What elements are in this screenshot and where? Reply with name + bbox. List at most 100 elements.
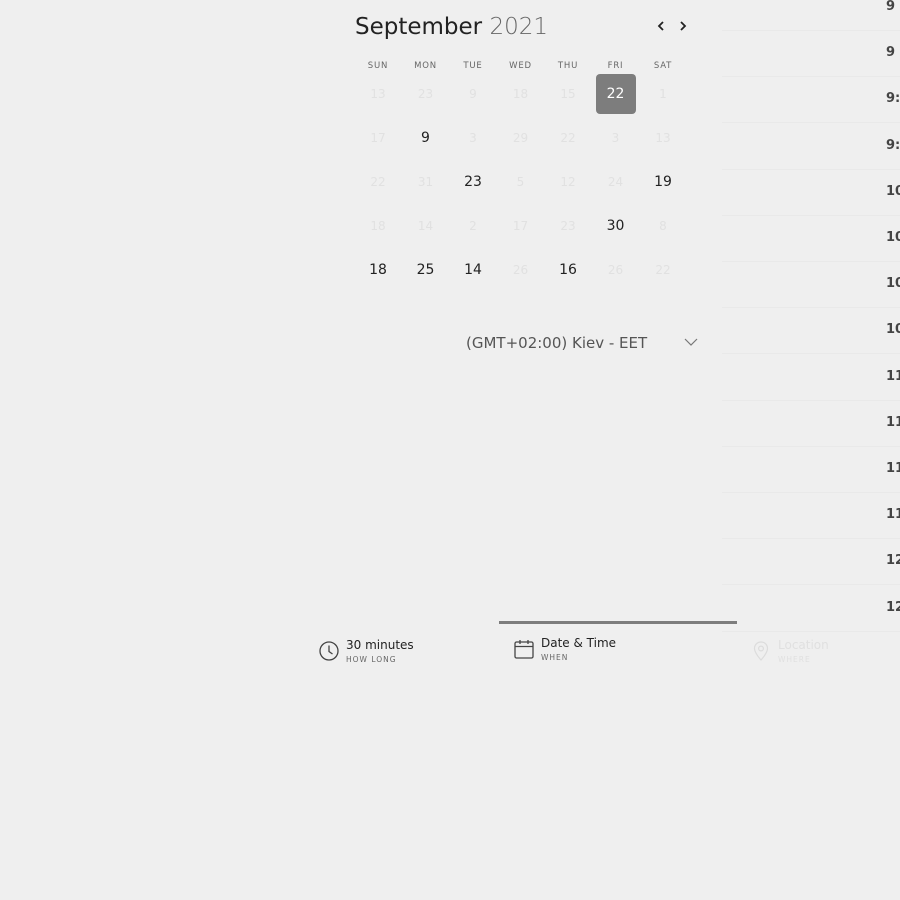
time-slot[interactable]: 9	[722, 30, 900, 78]
time-slot-label: 9:	[886, 137, 900, 153]
step-duration[interactable]: 30 minutes HOW LONG	[318, 636, 468, 668]
day-number: 2	[469, 219, 477, 233]
location-pin-icon	[753, 641, 769, 661]
day-cell: 17	[498, 205, 544, 247]
day-cell[interactable]: 25	[403, 249, 449, 291]
day-cell: 18	[355, 205, 401, 247]
calendar-icon	[514, 640, 534, 659]
day-number: 31	[417, 175, 434, 189]
day-cell: 22	[640, 249, 686, 291]
weekday-label: SAT	[653, 61, 673, 71]
day-cell: 17	[355, 117, 401, 159]
day-cell: 1	[640, 73, 686, 115]
day-number: 13	[370, 87, 386, 101]
prev-month-button[interactable]	[651, 16, 671, 36]
day-number: 8	[659, 219, 667, 233]
day-cell: 26	[498, 249, 544, 291]
year-label: 2021	[489, 14, 548, 40]
day-cell: 24	[593, 161, 639, 203]
day-cell[interactable]: 19	[640, 161, 686, 203]
day-cell: 9	[450, 73, 496, 115]
day-cell-selected[interactable]: 22	[593, 73, 639, 115]
day-number: 23	[464, 174, 482, 190]
day-cell: 2	[450, 205, 496, 247]
day-number: 26	[607, 263, 624, 277]
weekday-label: WED	[509, 61, 532, 71]
time-slot[interactable]: 11	[722, 354, 900, 401]
time-slot-label: 11	[886, 507, 900, 523]
time-slot-label: 11	[886, 461, 900, 476]
step-subtitle: WHEN	[541, 653, 569, 662]
day-number: 9	[469, 87, 477, 101]
time-slot[interactable]: 10	[722, 261, 900, 309]
step-subtitle: HOW LONG	[346, 655, 397, 664]
time-slot-label: 10	[886, 322, 900, 338]
day-cell: 18	[498, 73, 544, 115]
time-slot[interactable]: 10	[722, 307, 900, 355]
day-number: 29	[512, 131, 529, 145]
day-cell: 29	[498, 117, 544, 159]
day-cell[interactable]: 23	[450, 161, 496, 203]
step-title: 30 minutes	[346, 638, 414, 652]
chevron-right-icon	[680, 21, 687, 31]
active-step-indicator	[499, 621, 737, 624]
day-number: 16	[559, 262, 577, 278]
day-number: 5	[516, 175, 525, 189]
day-number: 9	[421, 130, 430, 146]
day-cell: 22	[355, 161, 401, 203]
day-cell: 22	[545, 117, 591, 159]
timezone-select[interactable]: (GMT+02:00) Kiev - EET	[466, 331, 702, 355]
day-number: 19	[654, 174, 672, 190]
day-cell: 8	[640, 205, 686, 247]
time-slot[interactable]: 11	[722, 492, 900, 540]
time-slot[interactable]: 11	[722, 446, 900, 493]
time-slot[interactable]: 9	[722, 0, 900, 31]
time-slot-label: 10	[886, 276, 900, 292]
time-slot[interactable]: 10	[722, 169, 900, 216]
day-cell: 3	[593, 117, 639, 159]
month-name: September	[355, 14, 483, 40]
step-subtitle: WHERE	[778, 655, 811, 664]
next-month-button[interactable]	[673, 16, 693, 36]
weekday-label: MON	[414, 61, 437, 71]
chevron-left-icon	[657, 21, 664, 31]
day-number: 22	[370, 175, 386, 189]
weekday-label: TUE	[463, 61, 483, 71]
chevron-down-icon	[684, 338, 698, 346]
step-location: Location WHERE	[750, 636, 890, 668]
day-cell[interactable]: 9	[403, 117, 449, 159]
day-cell[interactable]: 16	[545, 249, 591, 291]
day-cell[interactable]: 30	[593, 205, 639, 247]
day-cell: 12	[545, 161, 591, 203]
time-slot[interactable]: 11	[722, 400, 900, 447]
day-number: 13	[655, 131, 671, 145]
time-slot[interactable]: 9:	[722, 76, 900, 124]
step-indicator: 30 minutes HOW LONG Date & Time WHEN Loc…	[0, 620, 900, 670]
day-number: 18	[370, 219, 386, 233]
time-slot[interactable]: 10	[722, 215, 900, 262]
time-slot-list: 9 9 9: 9: 10 10 10 10 11 11 11 11 12 12	[722, 0, 900, 632]
time-slot[interactable]: 9:	[722, 123, 900, 170]
time-slot-label: 11	[886, 368, 900, 384]
clock-icon	[319, 641, 339, 661]
step-date-time[interactable]: Date & Time WHEN	[513, 634, 663, 666]
day-number: 3	[611, 131, 620, 145]
timezone-label: (GMT+02:00) Kiev - EET	[466, 334, 648, 352]
time-slot-label: 10	[886, 230, 900, 245]
day-cell: 23	[403, 73, 449, 115]
day-number: 22	[606, 86, 625, 102]
time-slot[interactable]: 12	[722, 538, 900, 586]
month-title: September 2021	[355, 12, 548, 42]
weekday-label: FRI	[607, 61, 624, 71]
time-slot-label: 9:	[886, 91, 900, 107]
day-cell: 26	[593, 249, 639, 291]
day-number: 14	[464, 262, 482, 278]
day-number: 18	[512, 87, 529, 101]
step-title: Location	[778, 638, 829, 652]
day-cell[interactable]: 18	[355, 249, 401, 291]
time-slot-label: 9	[886, 45, 896, 61]
day-cell[interactable]: 14	[450, 249, 496, 291]
time-slot-label: 12	[886, 553, 900, 569]
time-slot-label: 10	[886, 183, 900, 199]
day-cell: 14	[403, 205, 449, 247]
